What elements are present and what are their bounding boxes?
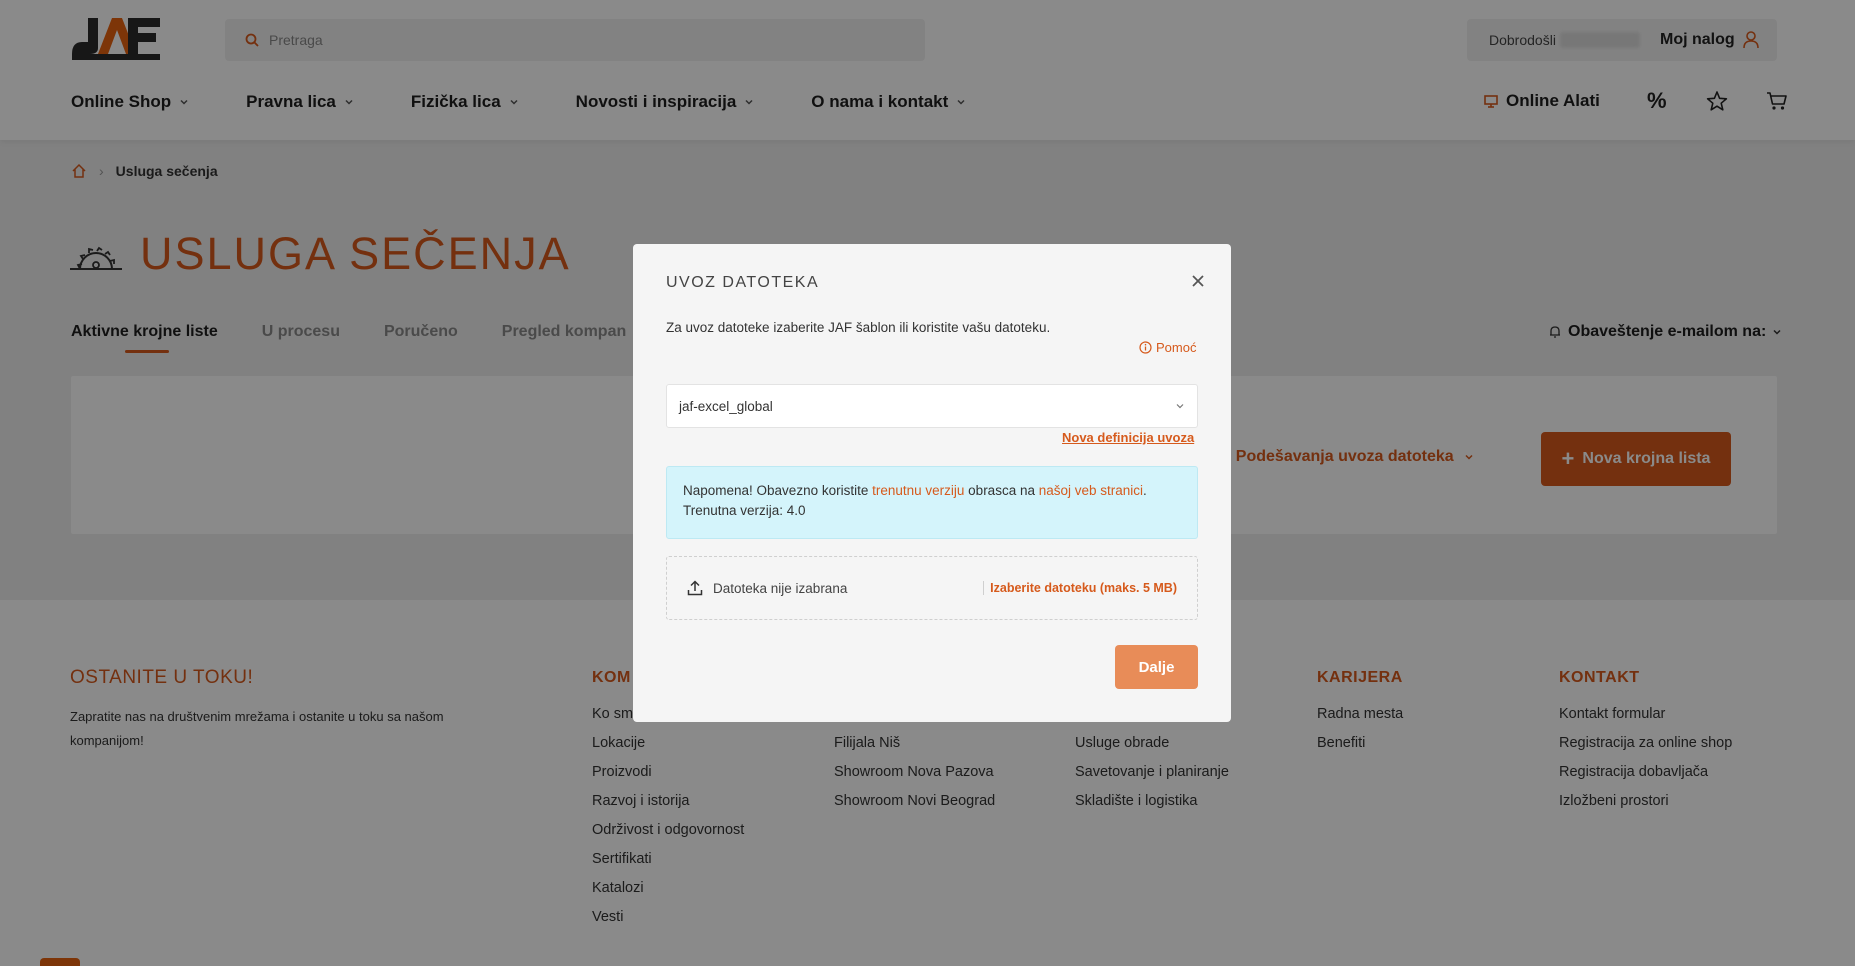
help-link[interactable]: Pomoć	[1139, 340, 1196, 355]
file-status: Datoteka nije izabrana	[687, 580, 967, 596]
info-icon	[1139, 341, 1152, 354]
modal-title: UVOZ DATOTEKA	[666, 274, 820, 291]
note-prefix: Napomena! Obavezno koristite	[683, 483, 873, 498]
template-select[interactable]: jaf-excel_global	[666, 384, 1198, 428]
new-import-definition-link[interactable]: Nova definicija uvoza	[1062, 430, 1194, 445]
help-label: Pomoć	[1156, 340, 1197, 355]
import-file-modal: UVOZ DATOTEKA Za uvoz datoteke izaberite…	[633, 244, 1231, 722]
website-link[interactable]: našoj veb stranici	[1039, 483, 1143, 498]
file-status-label: Datoteka nije izabrana	[713, 580, 848, 596]
current-version-text: Trenutna verzija: 4.0	[683, 503, 806, 518]
template-select-value: jaf-excel_global	[679, 398, 773, 414]
version-note: Napomena! Obavezno koristite trenutnu ve…	[666, 466, 1198, 539]
modal-intro-text: Za uvoz datoteke izaberite JAF šablon il…	[666, 320, 1051, 335]
close-icon	[1192, 275, 1204, 287]
upload-icon	[687, 580, 703, 596]
current-version-link[interactable]: trenutnu verziju	[872, 483, 964, 498]
chevron-down-icon	[1176, 404, 1184, 409]
choose-file-button[interactable]: Izaberite datoteku (maks. 5 MB)	[983, 581, 1177, 595]
note-middle: obrasca na	[964, 483, 1039, 498]
next-button[interactable]: Dalje	[1115, 645, 1198, 689]
close-button[interactable]	[1186, 269, 1210, 293]
note-suffix: .	[1143, 483, 1147, 498]
file-upload-area[interactable]: Datoteka nije izabrana Izaberite datotek…	[666, 556, 1198, 620]
